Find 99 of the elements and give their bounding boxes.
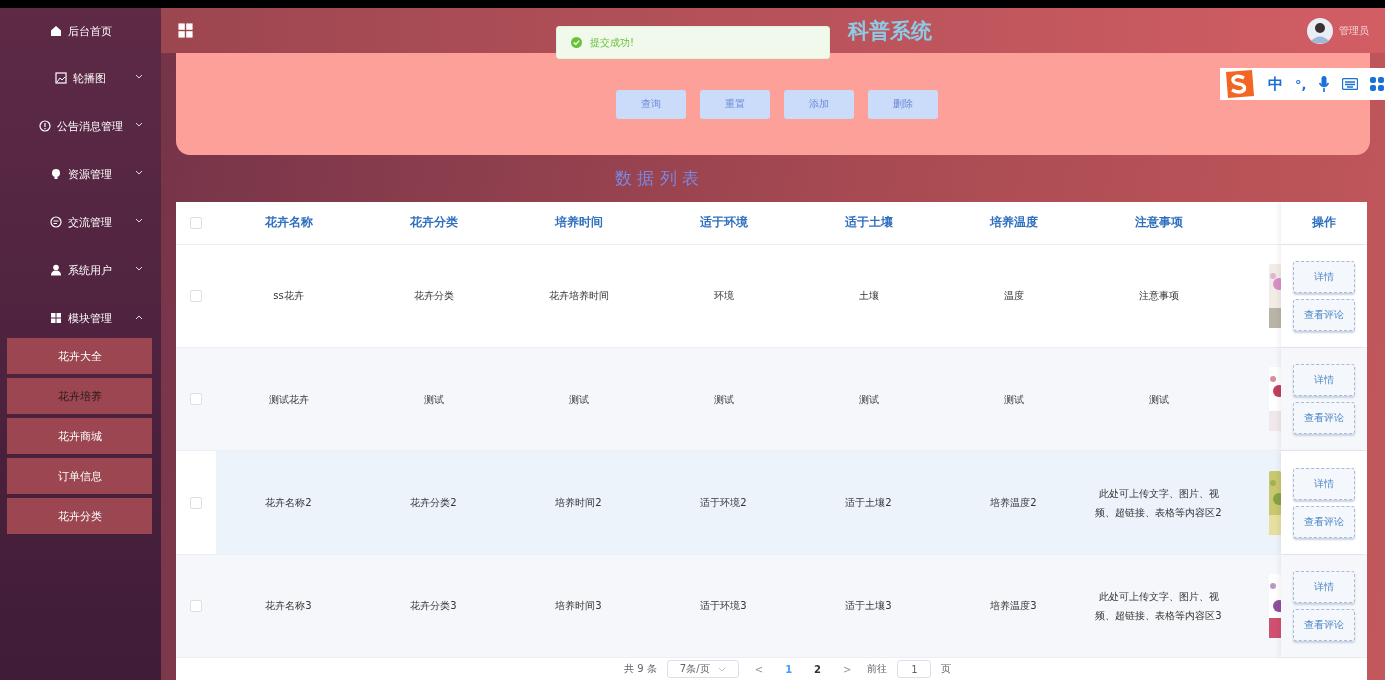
table-cell-text: 测试 bbox=[713, 392, 734, 407]
column-header: 培养温度 bbox=[989, 214, 1038, 232]
table-cell-text: 培养温度3 bbox=[990, 599, 1037, 614]
action-button[interactable]: 详情 bbox=[1293, 570, 1355, 603]
table-cell-text: 花卉名称2 bbox=[265, 496, 312, 511]
table-cell-text: 测试 bbox=[568, 392, 589, 407]
table-cell-text: 测试 bbox=[423, 392, 444, 407]
search-button[interactable]: 删除 bbox=[868, 89, 938, 119]
column-header: 注意事项 bbox=[1134, 214, 1183, 232]
search-button[interactable]: 重置 bbox=[700, 89, 770, 119]
goto-label: 前往 bbox=[867, 662, 888, 677]
check-circle-icon bbox=[571, 37, 582, 48]
table-cell-text: 注意事项 bbox=[1138, 289, 1179, 304]
page-size-select[interactable]: 7条/页 bbox=[666, 660, 739, 679]
total-count: 共 9 条 bbox=[624, 662, 657, 677]
table-cell-text: 培养时间2 bbox=[555, 496, 602, 511]
table-cell-text: 适于土壤2 bbox=[845, 496, 892, 511]
action-button[interactable]: 查看评论 bbox=[1293, 505, 1355, 538]
column-header: 适于土壤 bbox=[844, 214, 893, 232]
table-cell-text: 花卉分类2 bbox=[410, 496, 457, 511]
list-title: 数 据 列 表 bbox=[615, 167, 700, 190]
grid-icon bbox=[49, 312, 62, 324]
chevron-down-icon bbox=[135, 266, 143, 272]
menu-item[interactable]: 资源管理 bbox=[0, 150, 161, 198]
table-cell-text: 培养温度2 bbox=[990, 496, 1037, 511]
menu-item[interactable]: 轮播图 bbox=[0, 54, 161, 102]
menu-item[interactable]: 交流管理 bbox=[0, 198, 161, 246]
row-checkbox[interactable] bbox=[190, 289, 202, 302]
row-checkbox[interactable] bbox=[190, 393, 202, 406]
select-all-checkbox[interactable] bbox=[190, 216, 202, 229]
submenu-item[interactable]: 花卉培养 bbox=[7, 378, 152, 414]
keyboard-icon[interactable] bbox=[1342, 78, 1359, 90]
chevron-down-icon bbox=[135, 170, 143, 176]
ime-mode[interactable]: 中 bbox=[1268, 74, 1283, 94]
column-header: 操作 bbox=[1312, 214, 1336, 232]
table-cell-text: 测试 bbox=[1003, 392, 1024, 407]
submenu-item[interactable]: 花卉大全 bbox=[7, 338, 152, 374]
menu-item[interactable]: 公告消息管理 bbox=[0, 102, 161, 150]
action-button[interactable]: 详情 bbox=[1293, 260, 1355, 293]
apps-icon[interactable] bbox=[1370, 77, 1385, 91]
table-cell-text: 测试 bbox=[1148, 392, 1169, 407]
action-button[interactable]: 查看评论 bbox=[1293, 608, 1355, 641]
table-cell-text: 测试花卉 bbox=[268, 392, 309, 407]
app-title: 科普系统 bbox=[848, 17, 932, 45]
column-header: 花卉分类 bbox=[409, 214, 458, 232]
image-icon bbox=[55, 72, 67, 84]
chevron-down-icon bbox=[135, 218, 143, 224]
page-button[interactable]: 2 bbox=[808, 663, 828, 675]
table-cell-text: 花卉分类 bbox=[413, 289, 454, 304]
row-checkbox[interactable] bbox=[190, 496, 202, 509]
chevron-down-icon bbox=[135, 74, 143, 80]
chevron-down-icon bbox=[135, 122, 143, 128]
column-header: 花卉名称 bbox=[264, 214, 313, 232]
grid-menu-icon[interactable] bbox=[177, 22, 194, 39]
page-suffix: 页 bbox=[941, 662, 952, 677]
action-button[interactable]: 详情 bbox=[1293, 364, 1355, 397]
search-button[interactable]: 查询 bbox=[616, 89, 686, 119]
action-button[interactable]: 查看评论 bbox=[1293, 298, 1355, 331]
chevron-up-icon bbox=[135, 314, 143, 320]
table-cell-text: 温度 bbox=[1003, 289, 1024, 304]
toast-message: 提交成功! bbox=[590, 35, 634, 50]
table-cell-text: 适于环境3 bbox=[700, 599, 747, 614]
row-checkbox[interactable] bbox=[190, 599, 202, 612]
table-cell-text: 环境 bbox=[713, 289, 734, 304]
submenu-item[interactable]: 订单信息 bbox=[7, 458, 152, 494]
table-cell-text: ss花卉 bbox=[273, 289, 304, 304]
action-button[interactable]: 详情 bbox=[1293, 467, 1355, 500]
next-page-button[interactable]: > bbox=[837, 663, 858, 675]
table-cell-text: 培养时间3 bbox=[555, 599, 602, 614]
prev-page-button[interactable]: < bbox=[748, 663, 770, 675]
chat-icon bbox=[49, 216, 62, 228]
action-button[interactable]: 查看评论 bbox=[1293, 402, 1355, 435]
column-header: 培养时间 bbox=[554, 214, 603, 232]
search-button[interactable]: 添加 bbox=[784, 89, 854, 119]
menu-item[interactable]: 系统用户 bbox=[0, 246, 161, 294]
table-cell-text: 适于环境2 bbox=[700, 496, 747, 511]
page-button[interactable]: 1 bbox=[779, 663, 799, 675]
table-cell-text: 土壤 bbox=[858, 289, 879, 304]
table-cell-text: 适于土壤3 bbox=[845, 599, 892, 614]
menu-item[interactable]: 后台首页 bbox=[0, 8, 161, 54]
avatar-icon[interactable] bbox=[1307, 17, 1333, 44]
info-icon bbox=[38, 120, 51, 132]
table-cell-text: 花卉培养时间 bbox=[548, 289, 609, 304]
column-header: 适于环境 bbox=[699, 214, 748, 232]
punctuation-toggle[interactable]: °, bbox=[1295, 76, 1307, 92]
table-cell-text: 此处可上传文字、图片、视频、超链接、表格等内容区3 bbox=[1094, 589, 1223, 623]
table-cell-text: 测试 bbox=[858, 392, 879, 407]
microphone-icon[interactable] bbox=[1318, 75, 1331, 93]
user-name[interactable]: 管理员 bbox=[1339, 23, 1369, 38]
submenu-item[interactable]: 花卉商城 bbox=[7, 418, 152, 454]
submenu-item[interactable]: 花卉分类 bbox=[7, 498, 152, 534]
table-cell-text: 花卉分类3 bbox=[410, 599, 457, 614]
table-cell-text: 此处可上传文字、图片、视频、超链接、表格等内容区2 bbox=[1094, 486, 1223, 520]
caret-icon bbox=[717, 666, 726, 672]
bulb-icon bbox=[49, 168, 62, 180]
table-cell-text: 花卉名称3 bbox=[265, 599, 312, 614]
user-icon bbox=[49, 264, 62, 276]
page-input[interactable]: 1 bbox=[897, 660, 932, 679]
home-icon bbox=[49, 25, 62, 37]
